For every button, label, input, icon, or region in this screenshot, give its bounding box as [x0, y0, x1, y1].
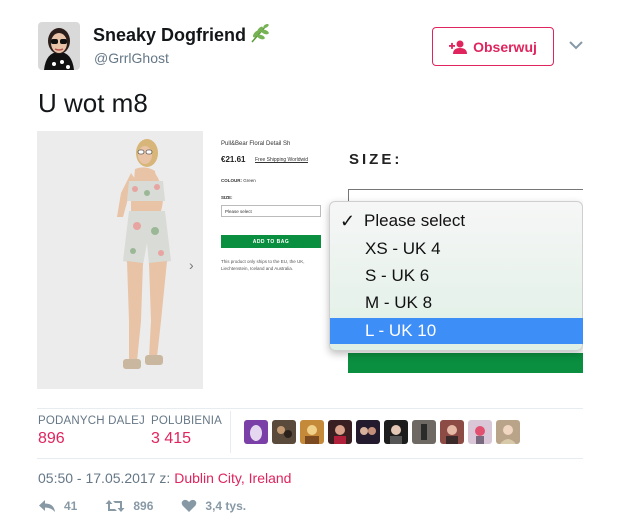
size-label-zoom: SIZE:: [349, 151, 403, 168]
add-person-icon: [449, 40, 468, 54]
tweet-location[interactable]: Dublin City, Ireland: [174, 470, 291, 486]
liker-avatar[interactable]: [384, 420, 408, 444]
chevron-down-icon[interactable]: [569, 40, 583, 50]
tweet-meta: 05:50 - 17.05.2017 z: Dublin City, Irela…: [38, 470, 291, 486]
dropdown-option-selected[interactable]: L - UK 10: [330, 318, 583, 344]
liker-avatar[interactable]: [244, 420, 268, 444]
tweet-media[interactable]: › Pull&Bear Floral Detail Sh €21.61 Free…: [37, 131, 583, 399]
dropdown-option[interactable]: ✓ Please select: [330, 208, 583, 234]
retweet-count: 896: [133, 499, 154, 513]
product-photo: [37, 131, 203, 389]
divider: [37, 408, 583, 409]
liker-avatar[interactable]: [356, 420, 380, 444]
colour-row: COLOUR: Green: [221, 178, 256, 183]
profile-avatar[interactable]: [38, 22, 80, 70]
likes-label[interactable]: POLUBIENIA: [151, 415, 222, 427]
user-handle[interactable]: @GrrlGhost: [94, 50, 169, 66]
size-select-small[interactable]: Please select: [221, 205, 321, 217]
liker-avatar[interactable]: [468, 420, 492, 444]
colour-label: COLOUR:: [221, 178, 242, 183]
tweet-text: U wot m8: [38, 88, 148, 118]
reply-count: 41: [64, 499, 78, 513]
reply-button[interactable]: 41: [38, 499, 77, 513]
liker-avatar[interactable]: [328, 420, 352, 444]
retweets-label[interactable]: PODANYCH DALEJ: [38, 415, 145, 427]
liker-avatar[interactable]: [496, 420, 520, 444]
display-name[interactable]: Sneaky Dogfriend: [93, 25, 246, 46]
like-button[interactable]: 3,4 tys.: [181, 499, 246, 513]
colour-value: Green: [243, 178, 256, 183]
liker-avatar[interactable]: [440, 420, 464, 444]
shipping-link[interactable]: Free Shipping Worldwid: [255, 157, 308, 163]
likers-list: [244, 420, 520, 444]
dropdown-option[interactable]: S - UK 6: [330, 263, 583, 289]
dropdown-option[interactable]: M - UK 8: [330, 290, 583, 316]
liker-avatar[interactable]: [412, 420, 436, 444]
checkmark-icon: ✓: [340, 211, 356, 231]
ships-note: This product only ships to the EU, the U…: [221, 259, 305, 271]
likes-count[interactable]: 3 415: [151, 430, 191, 448]
like-count: 3,4 tys.: [205, 499, 247, 513]
size-label-small: SIZE:: [221, 195, 233, 200]
tweet-actions: 41 896 3,4 tys.: [38, 499, 274, 513]
liker-avatar[interactable]: [300, 420, 324, 444]
follow-button-label: Obserwuj: [473, 38, 537, 55]
add-to-bag-button[interactable]: ADD TO BAG: [221, 235, 321, 248]
liker-avatar[interactable]: [272, 420, 296, 444]
product-title: Pull&Bear Floral Detail Sh: [221, 141, 291, 147]
divider: [37, 458, 583, 459]
divider: [230, 411, 231, 453]
dropdown-option[interactable]: XS - UK 4: [330, 236, 583, 262]
next-image-arrow[interactable]: ›: [189, 257, 194, 273]
retweets-count[interactable]: 896: [38, 430, 65, 448]
retweet-button[interactable]: 896: [105, 499, 153, 513]
retweet-icon: [105, 500, 125, 512]
follow-button[interactable]: Obserwuj: [432, 27, 554, 66]
size-dropdown[interactable]: ✓ Please select XS - UK 4 S - UK 6 M - U…: [329, 201, 583, 351]
tweet-timestamp[interactable]: 05:50 - 17.05.2017 z:: [38, 470, 170, 486]
product-price: €21.61: [221, 155, 246, 164]
herb-icon: [251, 23, 269, 43]
heart-icon: [182, 499, 197, 512]
reply-icon: [39, 500, 55, 512]
add-to-bag-zoom[interactable]: [348, 353, 583, 373]
